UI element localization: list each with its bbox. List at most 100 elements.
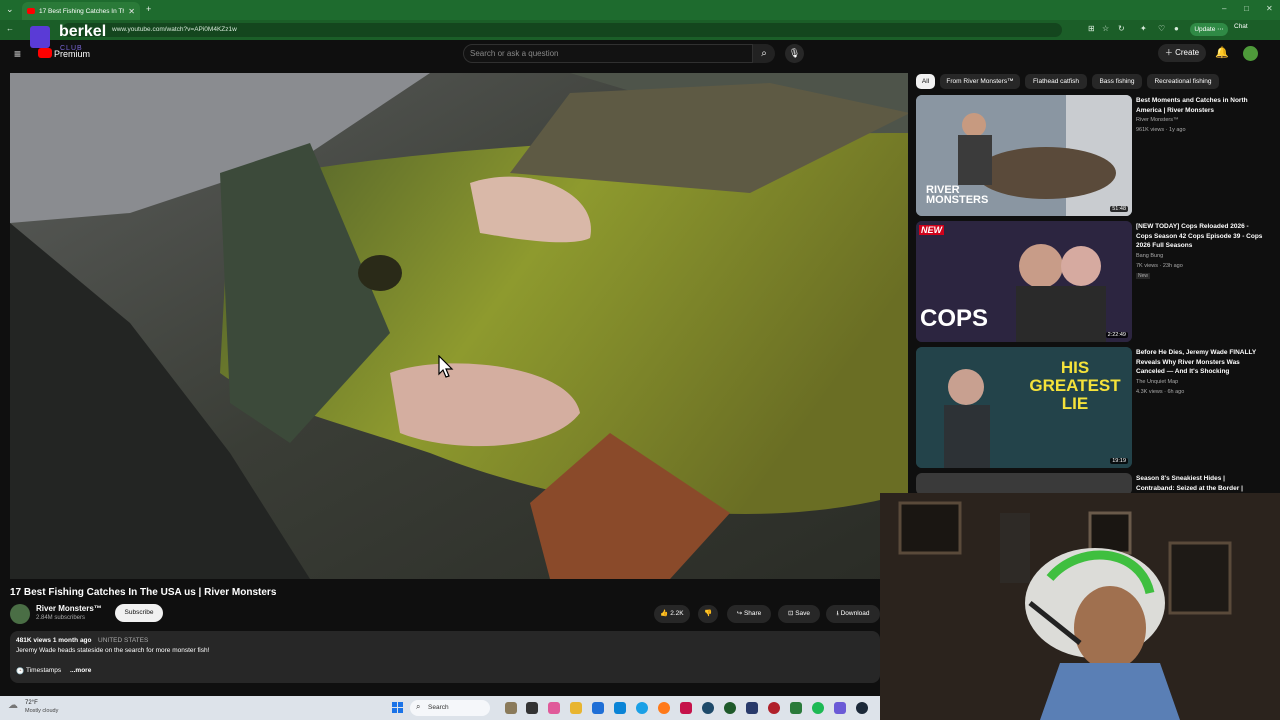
youtube-logo-icon[interactable] (38, 48, 52, 58)
refresh-extension-icon[interactable]: ↻ (1118, 24, 1125, 33)
puzzle-icon[interactable]: ✦ (1140, 24, 1147, 33)
download-icon: ⭳ (836, 610, 839, 617)
taskbar-discord-icon[interactable] (834, 702, 846, 714)
taskbar-search-icon: ⌕ (416, 702, 421, 711)
thumbs-up-icon: 👍 (660, 610, 669, 617)
back-icon[interactable]: ← (6, 24, 14, 33)
maximize-icon[interactable]: □ (1244, 4, 1249, 13)
berkel-brand: berkel (59, 23, 107, 40)
thumbnail-2-text: COPS (920, 305, 989, 332)
webcam-feed (880, 493, 1280, 720)
dislike-button[interactable]: 👎 (698, 605, 718, 623)
thumbs-down-icon: 👎 (703, 610, 713, 617)
taskbar-file-explorer-icon[interactable] (570, 702, 582, 714)
taskbar-store-icon[interactable] (592, 702, 604, 714)
rec-channel-3[interactable]: The Unquiet Map (1136, 379, 1178, 385)
thumbnail-2-badge: NEW (919, 225, 944, 235)
search-button[interactable]: ⌕ (753, 44, 775, 63)
window-close-icon[interactable]: ✕ (1266, 4, 1273, 13)
share-button[interactable]: ↪ Share (727, 605, 771, 623)
chip-bass-fishing[interactable]: Bass fishing (1092, 74, 1142, 89)
thumbnail-3[interactable]: HIS GREATEST LIE 19:19 (916, 347, 1132, 468)
duration-2: 2:22:49 (1105, 332, 1128, 338)
rec-title-1[interactable]: Best Moments and Catches in North Americ… (1136, 96, 1264, 115)
account-avatar[interactable] (1243, 46, 1258, 61)
taskbar-app-blue-icon[interactable] (746, 702, 758, 714)
channel-name[interactable]: River Monsters™ (36, 604, 102, 613)
duration-3: 19:19 (1110, 458, 1128, 464)
taskbar-mail-icon[interactable] (614, 702, 626, 714)
country-tag: UNITED STATES (98, 637, 149, 644)
create-button[interactable]: ＋ Create (1158, 44, 1206, 62)
like-count: 2.2K (670, 610, 684, 617)
taskbar-app-list-icon[interactable] (790, 702, 802, 714)
hamburger-menu-icon[interactable]: ≡ (14, 47, 21, 61)
weather-temp[interactable]: 72°F (25, 700, 38, 706)
minimize-icon[interactable]: – (1222, 4, 1226, 13)
chat-button[interactable]: Chat (1234, 23, 1248, 30)
notifications-bell-icon[interactable]: 🔔 (1215, 46, 1229, 59)
new-tab-icon[interactable]: + (146, 4, 151, 14)
duration-1: 51:48 (1110, 206, 1128, 212)
taskbar-spotify-icon[interactable] (812, 702, 824, 714)
rec-channel-2[interactable]: Bang Bung (1136, 253, 1163, 259)
taskbar-steam-icon[interactable] (856, 702, 868, 714)
save-label: Save (795, 610, 811, 617)
save-button[interactable]: ⊡ Save (778, 605, 820, 623)
chip-recreational-fishing[interactable]: Recreational fishing (1147, 74, 1219, 89)
like-button[interactable]: 👍 2.2K (654, 605, 690, 623)
update-label: Update (1194, 26, 1216, 33)
address-bar[interactable]: www.youtube.com/watch?v=APi0M4KZz1w (62, 23, 1062, 37)
thumbnail-1-text: RIVER MONSTERS (926, 184, 989, 206)
rec-title-3[interactable]: Before He Dies, Jeremy Wade FINALLY Reve… (1136, 348, 1264, 377)
bookmark-star-icon[interactable]: ☆ (1102, 24, 1109, 33)
taskbar-app-record-icon[interactable] (768, 702, 780, 714)
create-label: Create (1175, 48, 1200, 57)
more-link[interactable]: ...more (70, 667, 91, 674)
windows-start-icon[interactable] (392, 702, 403, 713)
video-title: 17 Best Fishing Catches In The USA us | … (10, 587, 277, 598)
taskbar-edge-icon[interactable] (636, 702, 648, 714)
taskbar-copilot-icon[interactable] (548, 702, 560, 714)
extensions-icon[interactable]: ⊞ (1088, 24, 1095, 33)
rec-meta-1: 961K views · 1y ago (1136, 127, 1186, 133)
chip-all[interactable]: All (916, 74, 935, 89)
profile-avatar-icon[interactable]: ● (1174, 24, 1179, 33)
search-input[interactable]: Search or ask a question (463, 44, 753, 63)
close-tab-icon[interactable]: ✕ (128, 7, 135, 16)
voice-search-button[interactable]: 🎙 (785, 44, 804, 63)
taskbar-search-label: Search (428, 704, 449, 711)
taskbar-app-widget-icon[interactable] (505, 702, 517, 714)
rec-channel-1[interactable]: River Monsters™ (1136, 117, 1178, 123)
taskbar-app-green-icon[interactable] (724, 702, 736, 714)
thumbnail-2[interactable]: NEW COPS 2:22:49 (916, 221, 1132, 342)
browser-tab[interactable]: 17 Best Fishing Catches In The ✕ (22, 2, 140, 20)
thumbnail-4[interactable] (916, 473, 1132, 495)
taskbar-search[interactable]: Search (410, 700, 490, 716)
download-label: Download (840, 610, 870, 617)
rec-title-4[interactable]: Season 8's Sneakiest Hides | Contraband:… (1136, 474, 1264, 493)
update-button[interactable]: Update ⋯ (1190, 23, 1228, 36)
description-text: Jeremy Wade heads stateside on the searc… (16, 647, 210, 654)
new-badge: New (1136, 273, 1151, 279)
chip-from-river-monsters[interactable]: From River Monsters™ (940, 74, 1020, 89)
taskbar-app-circle-icon[interactable] (702, 702, 714, 714)
thumbnail-1[interactable]: RIVER MONSTERS 51:48 (916, 95, 1132, 216)
taskbar-firefox-icon[interactable] (658, 702, 670, 714)
chip-flathead-catfish[interactable]: Flathead catfish (1025, 74, 1087, 89)
microphone-icon: 🎙 (788, 48, 801, 58)
search-icon: ⌕ (761, 48, 767, 59)
timestamps-link[interactable]: Timestamps (26, 667, 61, 674)
weather-desc: Mostly cloudy (25, 708, 59, 714)
share-icon: ↪ (736, 610, 743, 617)
download-button[interactable]: ⭳ Download (826, 605, 880, 623)
taskbar-task-view-icon[interactable] (526, 702, 538, 714)
rec-title-2[interactable]: [NEW TODAY] Cops Reloaded 2026 - Cops Se… (1136, 222, 1264, 251)
tab-list-icon[interactable]: ⌄ (6, 4, 14, 15)
channel-avatar[interactable] (10, 604, 30, 624)
subscribe-button[interactable]: Subscribe (115, 604, 163, 622)
heart-icon[interactable]: ♡ (1158, 24, 1165, 33)
video-player[interactable] (10, 73, 908, 579)
berkel-logo-icon (30, 26, 50, 48)
taskbar-app-red-icon[interactable] (680, 702, 692, 714)
